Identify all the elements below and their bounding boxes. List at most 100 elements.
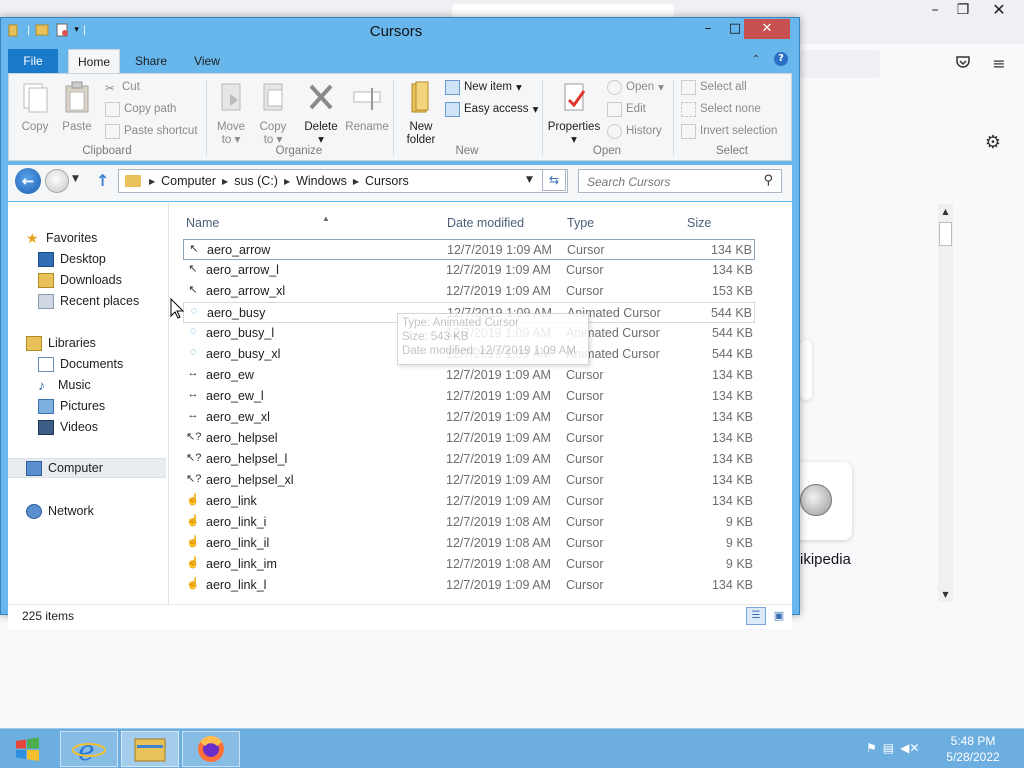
breadcrumb-cursors[interactable]: Cursors bbox=[365, 174, 409, 188]
cut-button[interactable]: ✂ Cut bbox=[105, 78, 140, 96]
column-header-type[interactable]: Type bbox=[567, 216, 594, 230]
table-row[interactable]: ↖? aero_helpsel 12/7/2019 1:09 AM Cursor 134… bbox=[183, 428, 755, 449]
properties-button[interactable]: Properties ▾ bbox=[547, 80, 601, 147]
table-row[interactable]: ↔ aero_ew_xl 12/7/2019 1:09 AM Cursor 134 KB bbox=[183, 407, 755, 428]
edit-button[interactable]: Edit bbox=[607, 100, 646, 118]
nav-network[interactable]: Network bbox=[26, 501, 166, 521]
vertical-scrollbar[interactable]: ▲ ▼ bbox=[938, 204, 953, 602]
search-icon[interactable]: ⚲ bbox=[763, 173, 773, 188]
help-icon[interactable]: ? bbox=[774, 52, 788, 66]
nav-downloads[interactable]: Downloads bbox=[38, 270, 166, 290]
title-bar[interactable]: | ▾ | Cursors – □ ✕ bbox=[1, 18, 799, 46]
tab-view[interactable]: View bbox=[184, 49, 230, 73]
network-tray-icon[interactable]: ▤ bbox=[883, 741, 894, 755]
table-row[interactable]: ↖? aero_helpsel_xl 12/7/2019 1:09 AM Cursor… bbox=[183, 470, 755, 491]
nav-computer[interactable]: Computer bbox=[8, 458, 166, 478]
breadcrumb-separator-icon[interactable]: ▶ bbox=[284, 177, 290, 186]
breadcrumb-windows[interactable]: Windows bbox=[296, 174, 347, 188]
minimize-button[interactable]: – bbox=[695, 19, 721, 39]
select-all-button[interactable]: Select all bbox=[681, 78, 747, 96]
gear-icon[interactable]: ⚙ bbox=[982, 132, 1004, 154]
copy-to-button[interactable]: Copy to ▾ bbox=[251, 80, 295, 147]
browser-minimize-button[interactable]: – bbox=[920, 2, 950, 18]
search-box[interactable]: ⚲ bbox=[578, 169, 782, 194]
up-arrow-icon[interactable]: ↑ bbox=[96, 171, 109, 190]
browser-close-button[interactable]: ✕ bbox=[984, 0, 1014, 19]
tab-home[interactable]: Home bbox=[68, 49, 120, 73]
history-button[interactable]: History bbox=[607, 122, 662, 140]
table-row[interactable]: ↔ aero_ew 12/7/2019 1:09 AM Cursor 134 KB bbox=[183, 365, 755, 386]
browser-maximize-button[interactable]: ❐ bbox=[948, 2, 978, 18]
table-row[interactable]: ☝ aero_link_i 12/7/2019 1:08 AM Cursor 9 KB bbox=[183, 512, 755, 533]
recent-locations-chevron-icon[interactable]: ▼ bbox=[72, 174, 79, 184]
paste-button[interactable]: Paste bbox=[55, 80, 99, 134]
pocket-icon[interactable] bbox=[952, 54, 974, 74]
new-item-button[interactable]: New item ▾ bbox=[445, 78, 522, 96]
back-arrow-icon[interactable]: ← bbox=[15, 168, 41, 194]
breadcrumb-separator-icon[interactable]: ▶ bbox=[149, 177, 155, 186]
table-row[interactable]: ☝ aero_link_im 12/7/2019 1:08 AM Cursor 9 KB bbox=[183, 554, 755, 575]
taskbar-firefox[interactable] bbox=[182, 731, 240, 767]
table-row[interactable]: ↔ aero_ew_l 12/7/2019 1:09 AM Cursor 134 KB bbox=[183, 386, 755, 407]
volume-muted-icon[interactable]: ◀✕ bbox=[900, 741, 919, 755]
open-button[interactable]: Open ▾ bbox=[607, 78, 664, 96]
address-history-chevron-icon[interactable]: ▼ bbox=[526, 175, 533, 185]
taskbar-internet-explorer[interactable]: e bbox=[60, 731, 118, 767]
history-icon bbox=[607, 123, 622, 139]
paste-shortcut-button[interactable]: Paste shortcut bbox=[105, 122, 198, 140]
tab-file[interactable]: File bbox=[8, 49, 58, 73]
details-view-icon[interactable]: ☰ bbox=[746, 607, 766, 625]
new-folder-button[interactable]: New folder bbox=[399, 80, 443, 147]
table-row[interactable]: ↖ aero_arrow_l 12/7/2019 1:09 AM Cursor 134 … bbox=[183, 260, 755, 281]
easy-access-button[interactable]: Easy access ▾ bbox=[445, 100, 538, 118]
table-row[interactable]: ↖ aero_arrow_xl 12/7/2019 1:09 AM Cursor 153… bbox=[183, 281, 755, 302]
table-row[interactable]: ↖ aero_arrow 12/7/2019 1:09 AM Cursor 134 KB bbox=[183, 239, 755, 260]
refresh-icon[interactable]: ⇆ bbox=[542, 169, 566, 191]
nav-desktop[interactable]: Desktop bbox=[38, 249, 166, 269]
nav-documents[interactable]: Documents bbox=[38, 354, 166, 374]
search-input[interactable] bbox=[579, 170, 769, 194]
breadcrumb-separator-icon[interactable]: ▶ bbox=[222, 177, 228, 186]
nav-recent-places[interactable]: Recent places bbox=[38, 291, 166, 311]
column-header-size[interactable]: Size bbox=[687, 216, 711, 230]
tab-share[interactable]: Share bbox=[128, 49, 174, 73]
newtab-card[interactable] bbox=[800, 340, 812, 400]
breadcrumb-computer[interactable]: Computer bbox=[161, 174, 216, 188]
start-button[interactable] bbox=[0, 729, 56, 769]
browser-url-bar[interactable] bbox=[800, 50, 880, 78]
nav-music[interactable]: ♪ Music bbox=[38, 375, 166, 395]
move-to-button[interactable]: Move to ▾ bbox=[209, 80, 253, 147]
nav-pictures[interactable]: Pictures bbox=[38, 396, 166, 416]
forward-arrow-icon[interactable] bbox=[45, 169, 69, 193]
table-row[interactable]: ☝ aero_link_il 12/7/2019 1:08 AM Cursor 9 KB bbox=[183, 533, 755, 554]
nav-favorites[interactable]: ★ Favorites bbox=[26, 228, 166, 248]
rename-button[interactable]: Rename bbox=[345, 80, 389, 134]
copy-button[interactable]: Copy bbox=[13, 80, 57, 134]
table-row[interactable]: ☝ aero_link 12/7/2019 1:09 AM Cursor 134 KB bbox=[183, 491, 755, 512]
column-header-name[interactable]: Name ▲ bbox=[186, 214, 426, 230]
minimize-ribbon-icon[interactable]: ⌃ bbox=[752, 54, 766, 68]
address-bar[interactable]: ▶ Computer ▶ sus (C:) ▶ Windows ▶ Cursor… bbox=[118, 169, 568, 193]
column-header-date[interactable]: Date modified bbox=[447, 216, 524, 230]
table-row[interactable]: ↖? aero_helpsel_l 12/7/2019 1:09 AM Cursor 1… bbox=[183, 449, 755, 470]
breadcrumb-separator-icon[interactable]: ▶ bbox=[353, 177, 359, 186]
nav-libraries[interactable]: Libraries bbox=[26, 333, 166, 353]
breadcrumb-drive[interactable]: sus (C:) bbox=[234, 174, 278, 188]
table-row[interactable]: ☝ aero_link_l 12/7/2019 1:09 AM Cursor 134 K… bbox=[183, 575, 755, 596]
action-center-flag-icon[interactable]: ⚑ bbox=[866, 741, 877, 755]
clock-time[interactable]: 5:48 PM bbox=[938, 734, 1008, 748]
nav-videos[interactable]: Videos bbox=[38, 417, 166, 437]
scroll-down-arrow-icon[interactable]: ▼ bbox=[938, 587, 953, 602]
scroll-up-arrow-icon[interactable]: ▲ bbox=[938, 204, 953, 219]
file-size: 134 KB bbox=[710, 243, 752, 257]
scroll-thumb[interactable] bbox=[939, 222, 952, 246]
delete-button[interactable]: Delete ▾ bbox=[299, 80, 343, 147]
hamburger-menu-icon[interactable]: ≡ bbox=[988, 54, 1010, 74]
invert-selection-button[interactable]: Invert selection bbox=[681, 122, 777, 140]
close-button[interactable]: ✕ bbox=[744, 19, 790, 39]
clock-date[interactable]: 5/28/2022 bbox=[938, 750, 1008, 764]
copy-path-button[interactable]: Copy path bbox=[105, 100, 176, 118]
taskbar-file-explorer[interactable] bbox=[121, 731, 179, 767]
large-icons-view-icon[interactable]: ▣ bbox=[770, 607, 788, 625]
select-none-button[interactable]: Select none bbox=[681, 100, 761, 118]
